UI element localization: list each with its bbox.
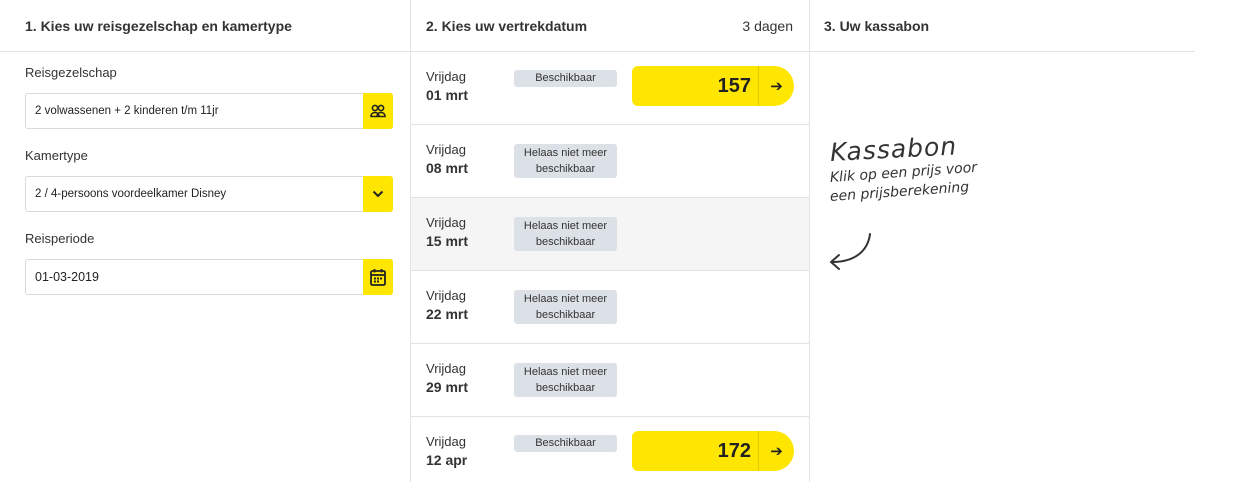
arrow-right-icon: ➔ [758, 66, 794, 106]
date-row: Vrijdag 29 mrt Helaas niet meer beschikbaar [411, 344, 809, 417]
column-header: 2. Kies uw vertrekdatum 3 dagen [411, 0, 809, 52]
column-header: 1. Kies uw reisgezelschap en kamertype [0, 0, 410, 52]
availability-text-line2: beschikbaar [535, 309, 596, 321]
receipt-column: 3. Uw kassabon Kassabon Klik op een prij… [810, 0, 1195, 482]
weekday: Vrijdag [426, 215, 466, 230]
date-label: Vrijdag 15 mrt [426, 214, 468, 250]
availability-text-line2: beschikbaar [535, 163, 596, 175]
selection-form: Reisgezelschap 2 volwassenen + 2 kindere… [0, 52, 410, 295]
departure-date: 15 mrt [426, 233, 469, 249]
availability-text: Helaas niet meer [523, 147, 608, 159]
duration-label: 3 dagen [742, 17, 793, 34]
date-label: Vrijdag 22 mrt [426, 287, 468, 323]
step2-title: 2. Kies uw vertrekdatum [426, 17, 588, 34]
price-button[interactable]: 172 ➔ [632, 431, 794, 471]
date-row: Vrijdag 08 mrt Helaas niet meer beschikbaar [411, 125, 809, 198]
departure-date: 12 apr [426, 452, 468, 468]
availability-badge: Helaas niet meer beschikbaar [514, 363, 617, 397]
receipt-hint: Kassabon Klik op een prijs voor een prij… [829, 131, 977, 205]
availability-text: Helaas niet meer [523, 220, 608, 232]
date-row: Vrijdag 15 mrt Helaas niet meer beschikbaar [411, 198, 809, 271]
step3-title: 3. Uw kassabon [824, 17, 930, 34]
date-label: Vrijdag 29 mrt [426, 360, 468, 396]
availability-text-line2: beschikbaar [535, 236, 596, 248]
calendar-icon[interactable] [363, 259, 393, 295]
travel-party-column: 1. Kies uw reisgezelschap en kamertype R… [0, 0, 410, 482]
weekday: Vrijdag [426, 288, 466, 303]
party-field[interactable]: 2 volwassenen + 2 kinderen t/m 11jr [25, 93, 393, 129]
availability-badge: Beschikbaar [514, 435, 617, 452]
room-value: 2 / 4-persoons voordeelkamer Disney [35, 188, 227, 200]
availability-text: Beschikbaar [535, 437, 596, 449]
period-value: 01-03-2019 [35, 270, 99, 284]
availability-text: Beschikbaar [535, 72, 596, 84]
weekday: Vrijdag [426, 361, 466, 376]
room-label: Kamertype [25, 148, 88, 163]
step1-title: 1. Kies uw reisgezelschap en kamertype [25, 17, 292, 34]
price-value: 172 [717, 439, 751, 462]
price-value: 157 [717, 74, 751, 97]
availability-badge: Beschikbaar [514, 70, 617, 87]
people-icon[interactable] [363, 93, 393, 129]
party-value: 2 volwassenen + 2 kinderen t/m 11jr [35, 105, 219, 117]
room-select[interactable]: 2 / 4-persoons voordeelkamer Disney [25, 176, 393, 212]
weekday: Vrijdag [426, 434, 466, 449]
period-field[interactable]: 01-03-2019 [25, 259, 393, 295]
chevron-down-icon[interactable] [363, 176, 393, 212]
availability-text-line2: beschikbaar [535, 382, 596, 394]
date-row: Vrijdag 22 mrt Helaas niet meer beschikbaar [411, 271, 809, 344]
departure-date: 29 mrt [426, 379, 469, 395]
departure-date: 01 mrt [426, 87, 469, 103]
weekday: Vrijdag [426, 69, 466, 84]
price-button[interactable]: 157 ➔ [632, 66, 794, 106]
availability-badge: Helaas niet meer beschikbaar [514, 144, 617, 178]
party-label: Reisgezelschap [25, 65, 117, 80]
availability-text: Helaas niet meer [523, 366, 608, 378]
date-label: Vrijdag 12 apr [426, 433, 467, 469]
arrow-right-icon: ➔ [758, 431, 794, 471]
availability-badge: Helaas niet meer beschikbaar [514, 217, 617, 251]
date-label: Vrijdag 01 mrt [426, 68, 468, 104]
availability-text: Helaas niet meer [523, 293, 608, 305]
departure-date-column: 2. Kies uw vertrekdatum 3 dagen Vrijdag 0… [410, 0, 810, 482]
weekday: Vrijdag [426, 142, 466, 157]
availability-badge: Helaas niet meer beschikbaar [514, 290, 617, 324]
departure-date: 22 mrt [426, 306, 469, 322]
date-row[interactable]: Vrijdag 01 mrt Beschikbaar 157 ➔ [411, 52, 809, 125]
date-label: Vrijdag 08 mrt [426, 141, 468, 177]
column-header: 3. Uw kassabon [810, 0, 1195, 52]
period-label: Reisperiode [25, 231, 95, 246]
departure-date: 08 mrt [426, 160, 469, 176]
curved-arrow-icon [830, 233, 871, 270]
date-row[interactable]: Vrijdag 12 apr Beschikbaar 172 ➔ [411, 417, 809, 482]
date-list: Vrijdag 01 mrt Beschikbaar 157 ➔ Vrijdag 08 mr… [411, 52, 809, 482]
